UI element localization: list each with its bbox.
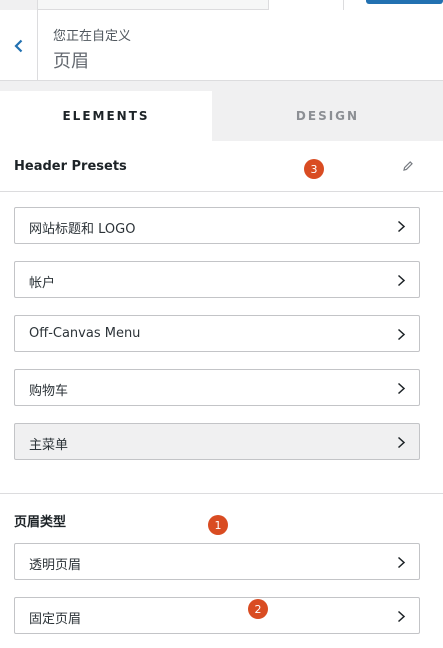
element-item-main-menu[interactable]: 主菜单 bbox=[14, 423, 420, 460]
top-toolbar-strip bbox=[0, 0, 443, 10]
toolbar-segment bbox=[0, 0, 38, 10]
annotation-badge-1: 1 bbox=[208, 515, 228, 535]
toolbar-segment bbox=[38, 0, 268, 10]
panel-header: 您正在自定义 页眉 bbox=[0, 10, 443, 81]
customizing-label: 您正在自定义 bbox=[53, 29, 132, 44]
header-presets-label: Header Presets bbox=[14, 159, 127, 174]
back-button[interactable] bbox=[0, 10, 38, 81]
chevron-right-icon bbox=[397, 610, 406, 623]
element-item-site-title-logo[interactable]: 网站标题和 LOGO bbox=[14, 207, 420, 244]
header-presets-row[interactable]: Header Presets bbox=[0, 141, 443, 192]
header-type-transparent[interactable]: 透明页眉 bbox=[14, 543, 420, 580]
element-item-label: 网站标题和 LOGO bbox=[29, 222, 136, 237]
element-item-label: Off-Canvas Menu bbox=[29, 326, 141, 341]
tab-bar: ELEMENTS DESIGN bbox=[0, 91, 443, 141]
header-gap bbox=[0, 81, 443, 91]
chevron-right-icon bbox=[397, 328, 406, 341]
publish-button-edge[interactable] bbox=[366, 0, 443, 4]
element-item-cart[interactable]: 购物车 bbox=[14, 369, 420, 406]
annotation-badge-3: 3 bbox=[304, 159, 324, 179]
header-type-sticky[interactable]: 固定页眉 bbox=[14, 597, 420, 634]
element-item-account[interactable]: 帐户 bbox=[14, 261, 420, 298]
chevron-right-icon bbox=[397, 556, 406, 569]
element-item-label: 主菜单 bbox=[29, 438, 69, 453]
tab-design[interactable]: DESIGN bbox=[212, 91, 443, 141]
toolbar-divider bbox=[268, 0, 269, 10]
chevron-right-icon bbox=[397, 220, 406, 233]
header-type-label: 固定页眉 bbox=[29, 612, 82, 627]
element-item-label: 购物车 bbox=[29, 384, 69, 399]
chevron-right-icon bbox=[397, 274, 406, 287]
header-type-label: 透明页眉 bbox=[29, 558, 82, 573]
header-types-title: 页眉类型 bbox=[14, 515, 67, 530]
chevron-right-icon bbox=[397, 436, 406, 449]
section-divider bbox=[0, 493, 443, 494]
element-item-off-canvas-menu[interactable]: Off-Canvas Menu bbox=[14, 315, 420, 352]
chevron-right-icon bbox=[397, 382, 406, 395]
chevron-left-icon bbox=[13, 39, 22, 52]
tab-elements[interactable]: ELEMENTS bbox=[0, 91, 212, 141]
toolbar-divider bbox=[343, 0, 344, 10]
pencil-icon[interactable] bbox=[402, 160, 414, 172]
panel-title: 页眉 bbox=[53, 51, 89, 72]
element-item-label: 帐户 bbox=[29, 276, 56, 291]
annotation-badge-2: 2 bbox=[248, 599, 268, 619]
